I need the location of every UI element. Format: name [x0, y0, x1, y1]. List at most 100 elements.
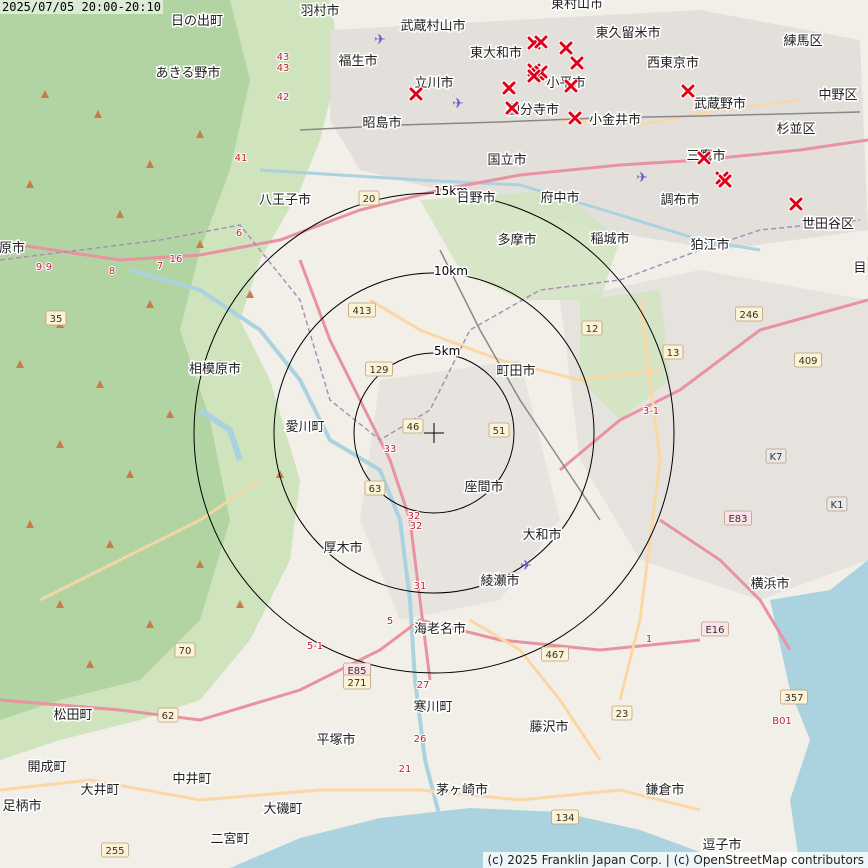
lightning-strike-icon[interactable]: [408, 86, 424, 102]
lightning-strike-icon[interactable]: [696, 150, 712, 166]
city-label: 日野市: [456, 190, 495, 206]
city-label: 愛川町: [285, 420, 324, 435]
lightning-strike-icon[interactable]: [533, 34, 549, 50]
route-number: 6: [236, 228, 242, 239]
route-number: 20: [363, 194, 376, 205]
lightning-strike-icon[interactable]: [567, 110, 583, 126]
city-label: 多摩市: [497, 232, 536, 248]
city-label: 稲城市: [590, 231, 629, 247]
city-label: 海老名市: [414, 621, 466, 637]
city-label: 東大和市: [470, 45, 522, 61]
lightning-strike-icon[interactable]: [504, 100, 520, 116]
city-label: 練馬区: [783, 34, 822, 49]
route-number: 41: [235, 153, 248, 164]
city-label: 厚木市: [323, 540, 362, 556]
city-label: 杉並区: [776, 122, 815, 137]
city-label: 大井町: [80, 783, 119, 798]
route-number: 9-9: [36, 262, 52, 273]
route-number: 3-1: [643, 406, 659, 417]
route-number: E16: [705, 625, 724, 636]
city-label: 松田町: [53, 708, 92, 723]
route-number: 409: [798, 356, 817, 367]
route-number: 8: [109, 266, 115, 277]
city-label: 平塚市: [316, 732, 355, 748]
city-label: 中井町: [172, 772, 211, 787]
map-canvas: 5km 10km 15km ✈ ✈ ✈ ✈ 羽村市 武蔵村山市 東村山市 東久留…: [0, 0, 868, 868]
lightning-strike-icon[interactable]: [680, 83, 696, 99]
route-number: 43: [277, 63, 290, 74]
city-label: 羽村市: [300, 3, 339, 19]
route-number: 413: [352, 306, 371, 317]
route-number: 129: [369, 365, 388, 376]
route-number: 357: [784, 693, 803, 704]
route-number: K1: [831, 500, 844, 511]
city-label: 逗子市: [702, 837, 741, 853]
route-number: 27: [417, 680, 430, 691]
route-number: 42: [277, 92, 290, 103]
city-label: 横浜市: [750, 576, 789, 592]
city-label: 府中市: [540, 190, 579, 206]
city-label: 鎌倉市: [645, 782, 684, 798]
svg-text:✈: ✈: [520, 558, 532, 574]
route-number: 246: [739, 310, 758, 321]
route-number: 7: [157, 261, 163, 272]
lightning-strike-icon[interactable]: [558, 40, 574, 56]
route-number: 13: [667, 348, 680, 359]
city-label: 大和市: [522, 527, 561, 543]
city-label: 武蔵村山市: [400, 18, 465, 34]
route-number: 32: [410, 521, 423, 532]
city-label: 綾瀬市: [480, 573, 519, 589]
route-number: 134: [555, 813, 574, 824]
ring-label-10km: 10km: [434, 264, 468, 278]
lightning-strike-icon[interactable]: [569, 55, 585, 71]
route-number: 1: [646, 634, 652, 645]
route-number: 271: [347, 678, 366, 689]
map-attribution: (c) 2025 Franklin Japan Corp. | (c) Open…: [483, 852, 868, 868]
city-label: 座間市: [464, 479, 503, 495]
city-label: 茅ヶ崎市: [436, 782, 488, 798]
svg-text:✈: ✈: [374, 32, 386, 48]
route-number: 5: [387, 616, 393, 627]
city-label: 中野区: [818, 88, 857, 103]
lightning-strike-icon[interactable]: [526, 68, 542, 84]
route-number: E83: [728, 514, 747, 525]
city-label: 二宮町: [210, 831, 249, 847]
city-label: 開成町: [27, 760, 66, 775]
svg-text:✈: ✈: [636, 170, 648, 186]
route-number: 31: [414, 581, 427, 592]
route-number: 70: [179, 646, 192, 657]
lightning-strike-icon[interactable]: [563, 78, 579, 94]
city-label: 原市: [0, 240, 25, 256]
route-number: 23: [616, 709, 629, 720]
city-label: 国立市: [487, 152, 526, 168]
city-label: 福生市: [338, 53, 377, 69]
city-label: 小金井市: [589, 112, 641, 128]
lightning-map[interactable]: 5km 10km 15km ✈ ✈ ✈ ✈ 羽村市 武蔵村山市 東村山市 東久留…: [0, 0, 868, 868]
city-label: 足柄市: [2, 798, 41, 814]
city-label: 東久留米市: [595, 25, 660, 41]
city-label: 西東京市: [647, 55, 699, 71]
route-number: 35: [50, 314, 63, 325]
route-number: 51: [493, 426, 506, 437]
city-label: 武蔵野市: [694, 96, 746, 112]
city-label: 日の出町: [171, 14, 223, 29]
route-number: 5-1: [307, 641, 323, 652]
city-label: 目: [853, 261, 866, 276]
ring-label-5km: 5km: [434, 344, 460, 358]
route-number: K7: [770, 452, 783, 463]
lightning-strike-icon[interactable]: [717, 173, 733, 189]
route-number: 26: [414, 734, 427, 745]
route-number: 46: [407, 422, 420, 433]
route-number: 62: [162, 711, 175, 722]
city-label: 藤沢市: [529, 719, 568, 735]
lightning-strike-icon[interactable]: [501, 80, 517, 96]
route-number: 255: [105, 846, 124, 857]
route-number: 467: [545, 650, 564, 661]
route-number: 12: [586, 324, 599, 335]
lightning-strike-icon[interactable]: [788, 196, 804, 212]
city-label: あきる野市: [156, 65, 221, 81]
route-number: 33: [384, 444, 397, 455]
city-label: 東村山市: [551, 0, 603, 12]
city-label: 相模原市: [189, 361, 241, 377]
city-label: 寒川町: [413, 699, 452, 715]
